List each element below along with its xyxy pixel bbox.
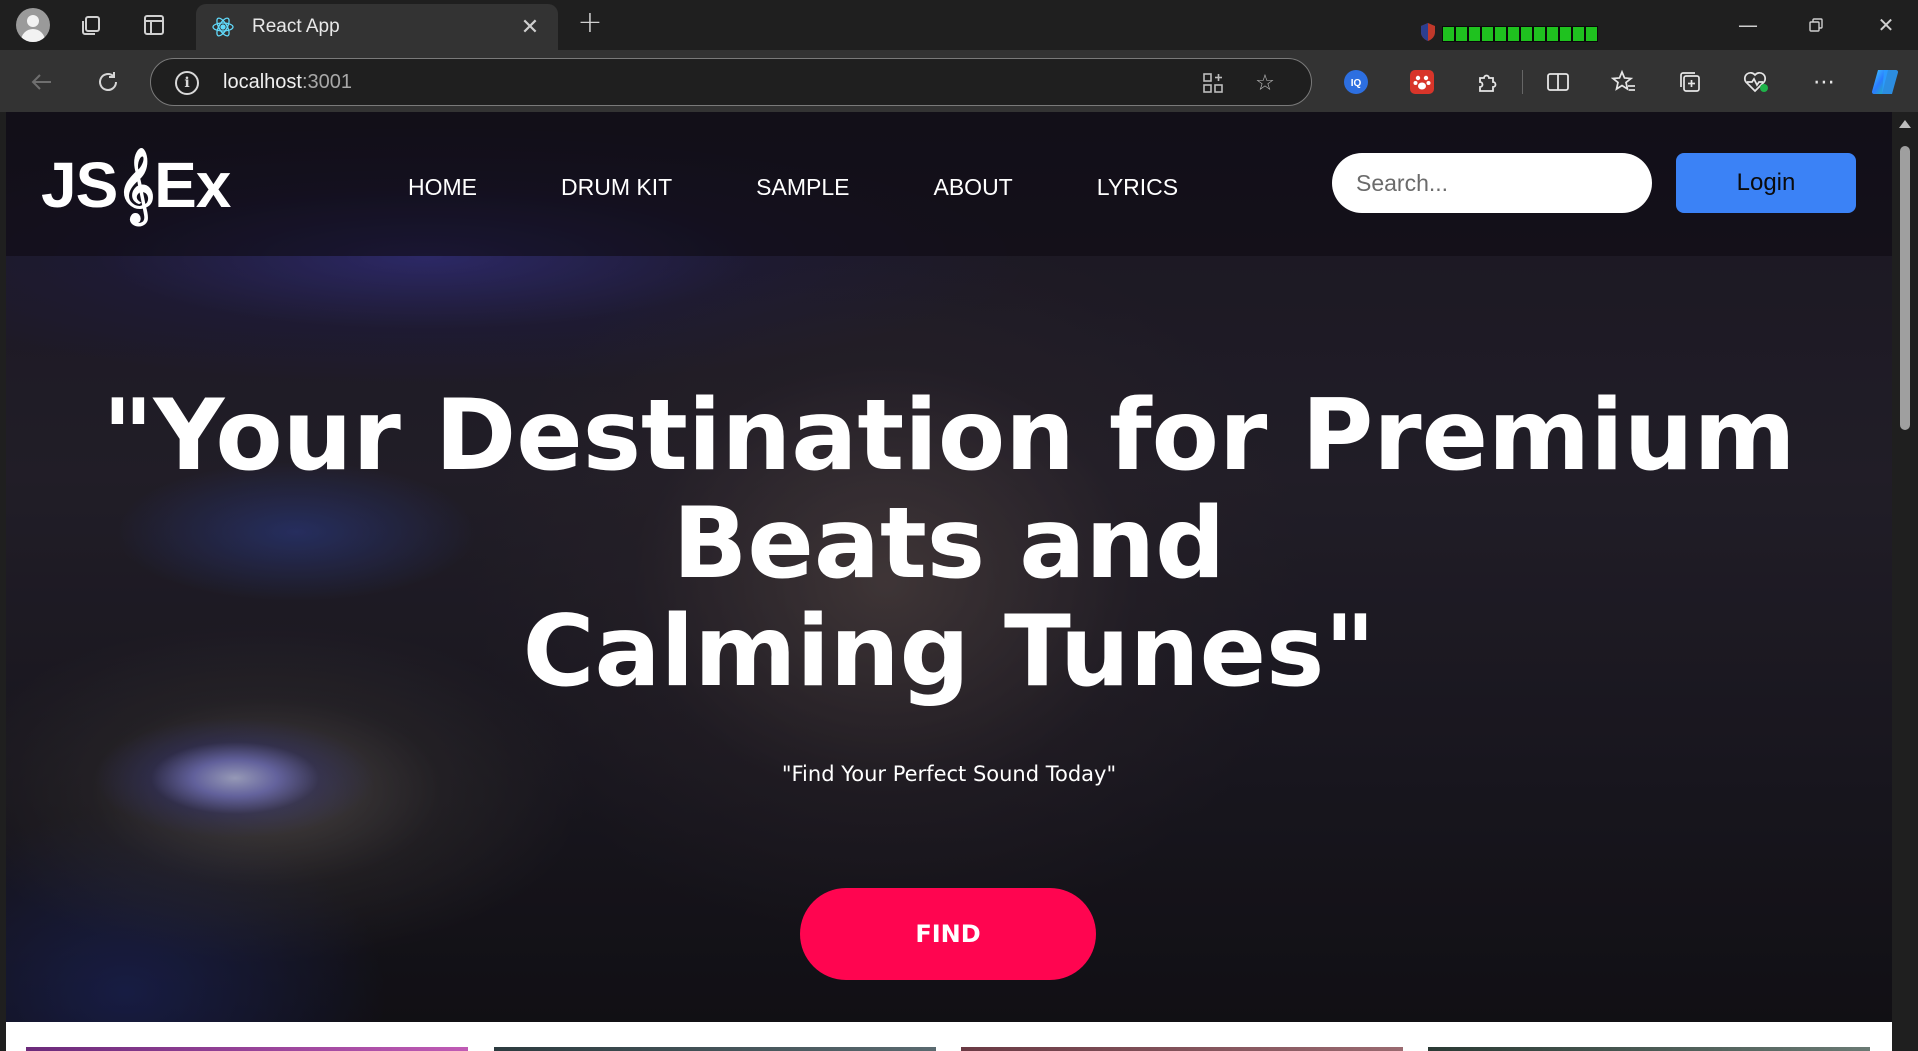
favorite-star-icon[interactable]: ☆ [1251, 69, 1279, 97]
page-scrollbar[interactable] [1892, 112, 1918, 1051]
hero-section: JS𝄞Ex HOME DRUM KIT SAMPLE ABOUT LYRICS … [6, 112, 1892, 1022]
search-input[interactable] [1332, 153, 1652, 213]
close-icon[interactable]: ✕ [516, 15, 544, 40]
hero-headline-line-2: Beats and [672, 487, 1226, 601]
copilot-icon[interactable] [1868, 64, 1904, 100]
nav-link-about[interactable]: ABOUT [934, 172, 1013, 202]
nav-link-drum-kit[interactable]: DRUM KIT [561, 172, 672, 202]
card-preview-3 [961, 1047, 1403, 1051]
card-preview-2 [494, 1047, 936, 1051]
tab-title: React App [252, 16, 340, 37]
site-logo[interactable]: JS𝄞Ex [41, 150, 231, 220]
refresh-icon[interactable] [90, 64, 126, 100]
main-nav: HOME DRUM KIT SAMPLE ABOUT LYRICS [408, 172, 1262, 202]
browser-toolbar: i localhost:3001 ☆ IQ ⋯ [0, 50, 1918, 112]
tab-actions-icon[interactable] [138, 9, 170, 41]
hero-headline: "Your Destination for Premium Beats and … [6, 382, 1892, 706]
more-icon[interactable]: ⋯ [1806, 64, 1842, 100]
extension-paw-icon[interactable] [1404, 64, 1440, 100]
find-button[interactable]: FIND [800, 888, 1096, 980]
info-icon[interactable]: i [175, 71, 199, 95]
collections-icon[interactable] [1672, 64, 1708, 100]
extensions-puzzle-icon[interactable] [1470, 64, 1506, 100]
restore-icon[interactable] [1796, 8, 1836, 42]
react-favicon-icon [210, 14, 236, 40]
profile-icon[interactable] [16, 8, 50, 42]
new-tab-icon[interactable]: + [574, 5, 606, 40]
shield-extension-icon[interactable] [1420, 22, 1436, 42]
extension-iq-icon[interactable]: IQ [1338, 64, 1374, 100]
toolbar-separator [1522, 70, 1523, 94]
card-preview-1 [26, 1047, 468, 1051]
app-install-icon[interactable] [1199, 69, 1227, 97]
hero-subheadline: "Find Your Perfect Sound Today" [781, 762, 1117, 786]
workspaces-icon[interactable] [76, 9, 108, 41]
extension-progress-meter [1442, 26, 1598, 42]
card-preview-4 [1428, 1047, 1870, 1051]
page-viewport: JS𝄞Ex HOME DRUM KIT SAMPLE ABOUT LYRICS … [6, 112, 1892, 1051]
tab-react-app[interactable]: React App ✕ [196, 4, 558, 50]
hero-headline-line-1: "Your Destination for Premium [102, 379, 1796, 493]
favorites-icon[interactable] [1606, 64, 1642, 100]
back-icon[interactable] [24, 64, 60, 100]
login-button[interactable]: Login [1676, 153, 1856, 213]
nav-link-home[interactable]: HOME [408, 172, 477, 202]
url-text: localhost:3001 [223, 71, 352, 93]
svg-text:IQ: IQ [1351, 78, 1362, 89]
nav-link-lyrics[interactable]: LYRICS [1097, 172, 1178, 202]
browser-health-icon[interactable] [1738, 64, 1774, 100]
hero-headline-line-3: Calming Tunes" [522, 595, 1376, 709]
scroll-thumb[interactable] [1900, 146, 1910, 430]
minimize-icon[interactable]: — [1728, 8, 1768, 42]
split-screen-icon[interactable] [1540, 64, 1576, 100]
address-bar[interactable]: i localhost:3001 ☆ [150, 58, 1312, 106]
site-header: JS𝄞Ex HOME DRUM KIT SAMPLE ABOUT LYRICS … [6, 112, 1892, 256]
scroll-up-icon[interactable] [1899, 120, 1911, 128]
nav-link-sample[interactable]: SAMPLE [756, 172, 849, 202]
browser-tab-bar: React App ✕ + — ✕ [0, 0, 1918, 50]
window-close-icon[interactable]: ✕ [1866, 8, 1906, 42]
